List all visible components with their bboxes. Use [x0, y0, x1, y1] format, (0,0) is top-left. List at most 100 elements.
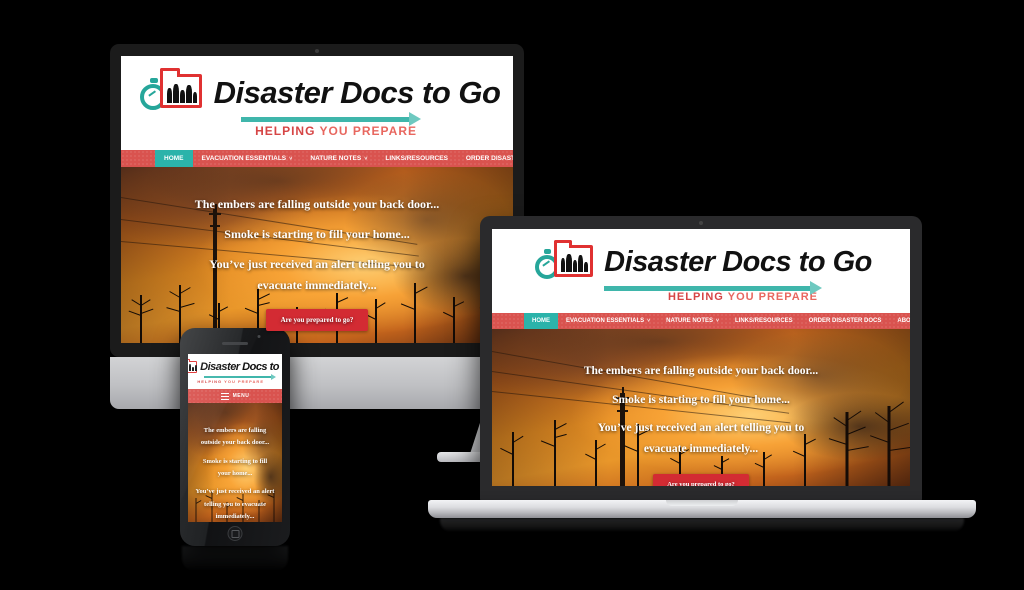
nav-item-home[interactable]: HOME: [524, 313, 558, 329]
logo-row-desktop[interactable]: Disaster Docs to Go: [121, 68, 513, 114]
folder-icon: [188, 359, 198, 373]
nav-item-about-contact[interactable]: ABOUT/CONTACT: [889, 313, 910, 329]
hero-section-desktop: The embers are falling outside your back…: [121, 167, 513, 343]
nav-label: NATURE NOTES: [666, 318, 713, 324]
phone-earpiece-icon: [222, 342, 248, 345]
hero-line-2: Smoke is starting to fill your home...: [612, 393, 790, 406]
brand-word-2: Docs: [340, 74, 414, 110]
logo-row-mobile[interactable]: Disaster Docs to Go: [188, 359, 282, 375]
laptop-webcam-icon: [699, 221, 703, 225]
hero-line-1: The embers are falling outside your back…: [194, 197, 440, 211]
hero-line-3: You’ve just received an alert telling yo…: [597, 422, 805, 456]
brand-word-2: Docs: [242, 361, 268, 373]
tagline-light: YOU PREPARE: [319, 124, 417, 138]
hero-line-3: You’ve just received an alert telling yo…: [209, 257, 425, 292]
website-mobile: Disaster Docs to Go HELPING YOU PREPARE: [188, 354, 282, 522]
laptop-viewport: Disaster Docs to Go HELPING YOU PREPARE: [492, 229, 910, 486]
nav-item-nature-notes[interactable]: NATURE NOTES ˅: [301, 150, 376, 167]
nav-label: EVACUATION ESSENTIALS: [201, 155, 287, 162]
site-header-laptop: Disaster Docs to Go HELPING YOU PREPARE: [492, 229, 910, 313]
nav-item-links-resources[interactable]: LINKS/RESOURCES: [727, 313, 801, 329]
nav-item-home[interactable]: HOME: [155, 150, 193, 167]
laptop-lid-notch: [666, 500, 738, 506]
main-nav-laptop[interactable]: HOME EVACUATION ESSENTIALS ˅ NATURE NOTE…: [492, 313, 910, 329]
smartphone-device: Disaster Docs to Go HELPING YOU PREPARE: [180, 328, 290, 546]
brand-name-mobile: Disaster Docs to Go: [200, 362, 282, 373]
family-group-icon: [188, 363, 198, 371]
nav-item-order-disaster-docs[interactable]: ORDER DISASTER DOCS: [457, 150, 513, 167]
folder-icon: [554, 240, 594, 277]
hero-copy-desktop: The embers are falling outside your back…: [121, 194, 513, 332]
nav-label: ABOUT/CONTACT: [897, 318, 910, 324]
website-desktop: Disaster Docs to Go HELPING YOU PREPARE: [121, 56, 513, 343]
arrow-right-icon-laptop: [604, 281, 822, 295]
chevron-down-icon: ˅: [716, 318, 719, 324]
nav-label: LINKS/RESOURCES: [734, 318, 793, 324]
brand-word-2: Docs: [722, 245, 792, 278]
brand-name-laptop: Disaster Docs to Go: [604, 245, 873, 278]
arrow-right-icon-mobile: [204, 374, 276, 380]
family-group-icon: [561, 251, 589, 272]
brand-word-1: Disaster: [213, 74, 333, 110]
nav-item-nature-notes[interactable]: NATURE NOTES ˅: [658, 313, 727, 329]
nav-label: HOME: [164, 155, 184, 162]
nav-item-links-resources[interactable]: LINKS/RESOURCES: [376, 150, 456, 167]
brand-word-1: Disaster: [604, 245, 715, 278]
chevron-down-icon: ˅: [364, 155, 368, 162]
phone-home-button[interactable]: [227, 526, 243, 541]
brand-word-3: to Go: [269, 361, 282, 373]
logo-row-laptop[interactable]: Disaster Docs to Go: [492, 240, 910, 282]
brand-logo-mark-desktop: [134, 68, 208, 114]
laptop-reflection: [440, 518, 964, 532]
laptop-base: [428, 500, 976, 518]
mobile-menu-bar[interactable]: MENU: [188, 389, 282, 403]
website-laptop: Disaster Docs to Go HELPING YOU PREPARE: [492, 229, 910, 486]
nav-label: ORDER DISASTER DOCS: [465, 155, 513, 162]
hero-line-1: The embers are falling outside your back…: [583, 365, 819, 377]
nav-label: EVACUATION ESSENTIALS: [566, 318, 645, 324]
site-header-desktop: Disaster Docs to Go HELPING YOU PREPARE: [121, 56, 513, 150]
phone-camera-icon: [257, 335, 261, 338]
family-group-icon: [166, 81, 197, 103]
hero-cta-button[interactable]: Are you prepared to go?: [265, 309, 369, 332]
phone-reflection: [182, 546, 288, 572]
nav-left-spacer: [121, 150, 155, 167]
nav-label: LINKS/RESOURCES: [385, 155, 448, 162]
brand-word-1: Disaster: [200, 361, 240, 373]
nav-label: HOME: [532, 318, 550, 324]
nav-item-evacuation-essentials[interactable]: EVACUATION ESSENTIALS ˅: [193, 150, 302, 167]
hero-copy-mobile: The embers are falling outside your back…: [188, 425, 282, 522]
folder-icon: [159, 68, 202, 108]
brand-logo-mark-mobile: [188, 359, 198, 375]
hero-line-3: You’ve just received an alert telling yo…: [195, 488, 275, 521]
hamburger-icon[interactable]: [220, 392, 229, 400]
brand-name-desktop: Disaster Docs to Go: [214, 77, 501, 108]
nav-label: NATURE NOTES: [310, 155, 362, 162]
nav-item-order-disaster-docs[interactable]: ORDER DISASTER DOCS: [801, 313, 890, 329]
nav-label: ORDER DISASTER DOCS: [808, 318, 882, 324]
desktop-viewport: Disaster Docs to Go HELPING YOU PREPARE: [121, 56, 513, 343]
tagline-strong: HELPING: [255, 124, 316, 138]
laptop-screen: Disaster Docs to Go HELPING YOU PREPARE: [480, 216, 922, 502]
hero-line-2: Smoke is starting to fill your home...: [202, 457, 268, 478]
arrow-right-icon-desktop: [241, 112, 421, 126]
hero-section-laptop: The embers are falling outside your back…: [492, 329, 910, 486]
device-mockup-scene: Disaster Docs to Go HELPING YOU PREPARE: [0, 0, 1024, 590]
chevron-down-icon: ˅: [289, 155, 293, 162]
hero-copy-laptop: The embers are falling outside your back…: [492, 361, 910, 486]
brand-word-3: to Go: [798, 245, 873, 278]
site-header-mobile: Disaster Docs to Go HELPING YOU PREPARE: [188, 354, 282, 389]
brand-word-3: to Go: [422, 74, 501, 110]
hero-cta-button[interactable]: Are you prepared to go?: [653, 473, 749, 486]
nav-item-evacuation-essentials[interactable]: EVACUATION ESSENTIALS ˅: [558, 313, 658, 329]
desktop-webcam-icon: [315, 49, 319, 53]
chevron-down-icon: ˅: [647, 318, 651, 324]
brand-logo-mark-laptop: [530, 240, 598, 282]
hero-line-2: Smoke is starting to fill your home...: [224, 227, 410, 241]
mobile-menu-label: MENU: [232, 393, 250, 399]
hero-section-mobile: The embers are falling outside your back…: [188, 403, 282, 522]
monitor-chin: [110, 357, 524, 409]
main-nav-desktop[interactable]: HOME EVACUATION ESSENTIALS ˅ NATURE NOTE…: [121, 150, 513, 167]
phone-viewport: Disaster Docs to Go HELPING YOU PREPARE: [188, 354, 282, 522]
desktop-monitor-screen: Disaster Docs to Go HELPING YOU PREPARE: [110, 44, 524, 357]
